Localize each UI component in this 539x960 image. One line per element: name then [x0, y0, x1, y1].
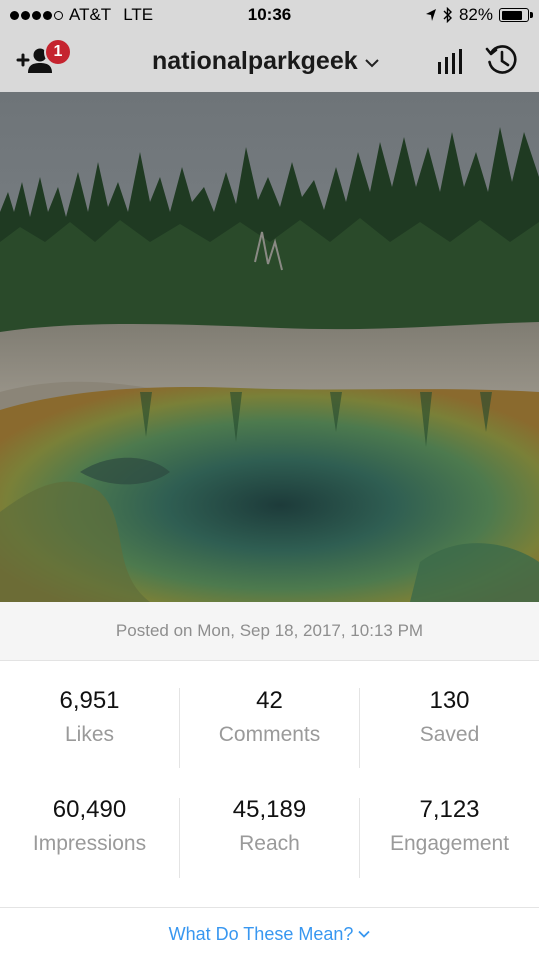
battery-level: [501, 10, 522, 20]
chevron-down-icon: [364, 59, 379, 68]
metric-value: 7,123: [419, 796, 480, 823]
posted-date: Posted on Mon, Sep 18, 2017, 10:13 PM: [0, 602, 539, 661]
metric-likes: 6,951 Likes: [0, 661, 179, 771]
metric-value: 60,490: [52, 796, 127, 823]
metric-impressions: 60,490 Impressions: [0, 770, 179, 880]
metric-value: 42: [256, 687, 283, 714]
chevron-down-icon: [358, 930, 371, 938]
metric-value: 45,189: [232, 796, 307, 823]
battery-percentage: 82%: [458, 5, 493, 24]
metric-reach: 45,189 Reach: [180, 770, 359, 880]
column-divider: [359, 688, 360, 768]
column-divider: [179, 798, 180, 878]
insights-bar-icon[interactable]: [436, 48, 464, 74]
metric-engagement: 7,123 Engagement: [360, 770, 539, 880]
status-right: 82%: [425, 5, 533, 25]
metric-label: Comments: [218, 723, 321, 746]
battery-icon: [499, 8, 533, 22]
header-bar: 1 nationalparkgeek: [0, 30, 539, 92]
post-photo: [0, 92, 539, 602]
hot-spring-landscape-image: [0, 92, 539, 602]
help-link-label: What Do These Mean?: [168, 923, 354, 944]
metric-label: Likes: [64, 723, 115, 746]
metric-value: 130: [429, 687, 470, 714]
metric-label: Impressions: [32, 832, 147, 855]
status-bar: AT&T LTE 10:36 82%: [0, 0, 539, 30]
history-icon[interactable]: [485, 43, 519, 77]
metric-label: Reach: [239, 832, 300, 855]
column-divider: [359, 798, 360, 878]
insights-metrics-grid: 6,951 Likes 42 Comments 130 Saved 60,490…: [0, 661, 539, 907]
account-username: nationalparkgeek: [152, 46, 358, 75]
what-do-these-mean-link[interactable]: What Do These Mean?: [0, 907, 539, 960]
metric-label: Saved: [419, 723, 480, 746]
metric-label: Engagement: [389, 832, 510, 855]
metric-saved: 130 Saved: [360, 661, 539, 771]
metric-value: 6,951: [59, 687, 120, 714]
column-divider: [179, 688, 180, 768]
metric-comments: 42 Comments: [180, 661, 359, 771]
location-arrow-icon: [425, 9, 436, 21]
account-switcher[interactable]: nationalparkgeek: [152, 44, 380, 78]
bluetooth-icon: [443, 7, 452, 23]
notification-badge: 1: [44, 38, 72, 66]
